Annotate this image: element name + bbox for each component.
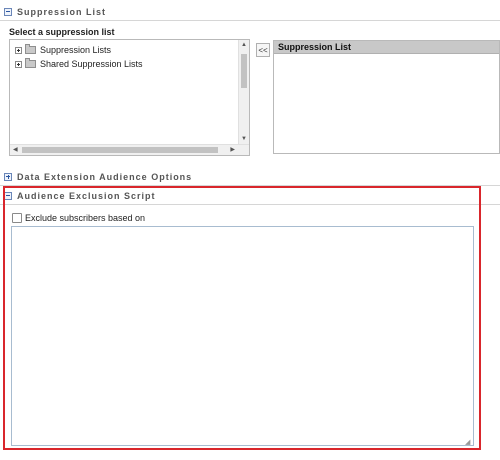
section-header-suppression-list[interactable]: Suppression List [0, 3, 500, 21]
select-suppression-label: Select a suppression list [9, 27, 115, 37]
horizontal-scrollbar[interactable]: ◀ ▶ [10, 144, 249, 155]
tree-item-label: Suppression Lists [40, 45, 112, 55]
exclude-subscribers-label: Exclude subscribers based on [25, 213, 146, 223]
resize-handle-icon[interactable]: ◢ [465, 438, 470, 446]
exclude-subscribers-checkbox[interactable] [12, 213, 22, 223]
exclusion-script-textarea[interactable] [11, 226, 474, 446]
scroll-thumb[interactable] [241, 54, 247, 88]
collapse-icon[interactable] [4, 7, 12, 16]
tree-item-suppression-lists[interactable]: Suppression Lists [15, 44, 111, 56]
scroll-right-icon[interactable]: ▶ [230, 146, 235, 153]
expand-icon[interactable] [15, 46, 22, 54]
tree-item-label: Shared Suppression Lists [40, 59, 143, 69]
move-left-button[interactable]: << [256, 43, 270, 57]
expand-icon[interactable] [4, 172, 12, 181]
section-title: Data Extension Audience Options [17, 171, 193, 182]
section-title: Suppression List [17, 6, 107, 17]
suppression-tree[interactable]: Suppression Lists Shared Suppression Lis… [9, 39, 250, 156]
scroll-thumb[interactable] [22, 147, 218, 153]
scroll-up-icon[interactable]: ▲ [241, 42, 247, 48]
selected-suppression-list[interactable]: Suppression List [273, 40, 500, 154]
scroll-left-icon[interactable]: ◀ [13, 146, 18, 153]
tree-item-shared-suppression-lists[interactable]: Shared Suppression Lists [15, 58, 143, 70]
folder-icon [25, 44, 36, 54]
suppression-list-header: Suppression List [274, 41, 499, 54]
expand-icon[interactable] [15, 60, 22, 68]
vertical-scrollbar[interactable]: ▲ ▼ [238, 40, 249, 144]
section-header-data-extension-options[interactable]: Data Extension Audience Options [0, 168, 500, 186]
folder-icon [25, 58, 36, 68]
scroll-down-icon[interactable]: ▼ [241, 136, 247, 142]
